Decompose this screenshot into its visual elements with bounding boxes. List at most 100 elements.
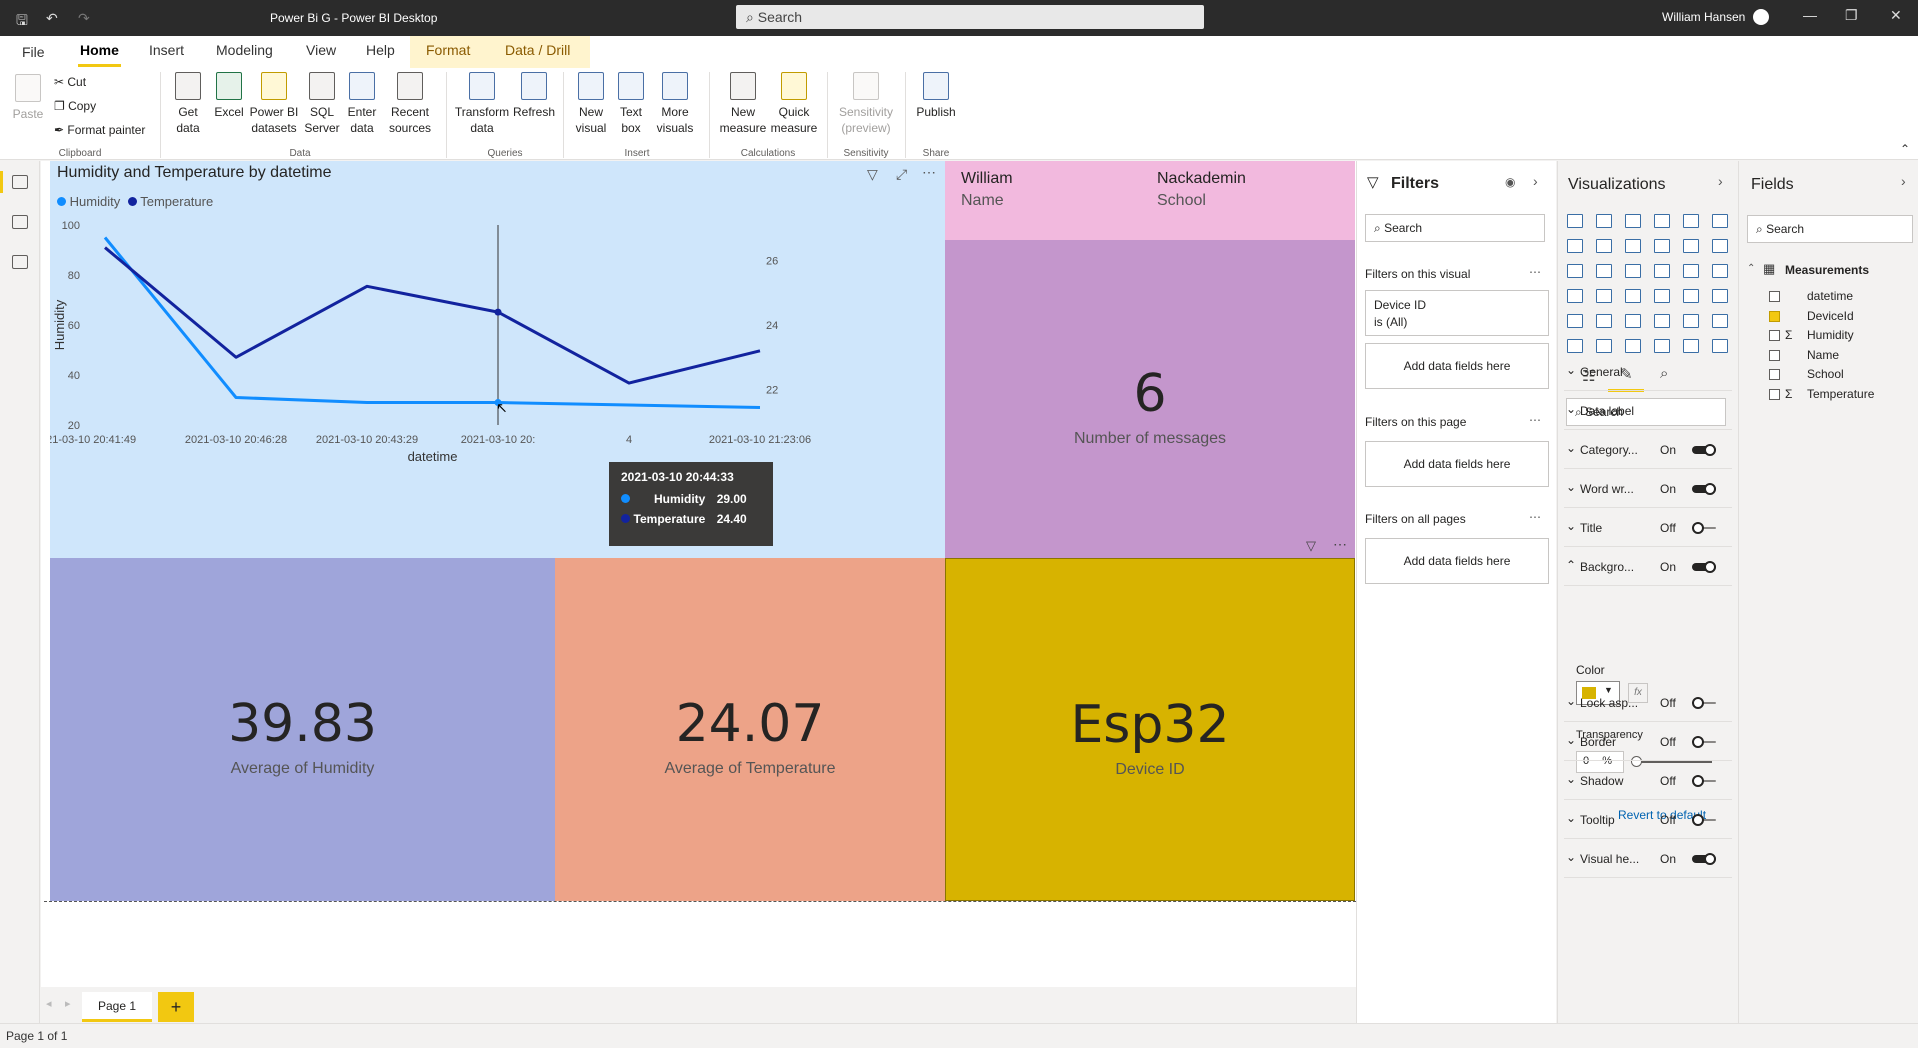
close-icon[interactable]: ✕ xyxy=(1890,7,1902,24)
donut-visual-icon[interactable] xyxy=(1683,264,1699,278)
add-fields-visual-dropzone[interactable]: Add data fields here xyxy=(1365,343,1549,389)
100-column-visual-icon[interactable] xyxy=(1712,214,1728,228)
temperature-average-card[interactable]: 24.07 Average of Temperature xyxy=(555,558,945,901)
device-id-card[interactable]: Esp32 Device ID xyxy=(945,558,1355,901)
field-checkbox[interactable] xyxy=(1769,330,1780,341)
publish-button[interactable]: Publish xyxy=(913,72,959,120)
paste-button[interactable]: Paste xyxy=(10,74,46,122)
format-section-5[interactable]: ⌄ Title Off xyxy=(1564,519,1732,547)
clustered-column-visual-icon[interactable] xyxy=(1654,214,1670,228)
more-visual-icon[interactable] xyxy=(1712,339,1728,353)
tab-file[interactable]: File xyxy=(22,44,45,60)
multi-row-card[interactable]: William Name Nackademin School xyxy=(945,161,1355,240)
tab-home[interactable]: Home xyxy=(78,42,121,67)
collapse-pane-icon[interactable]: › xyxy=(1901,173,1906,189)
avatar[interactable] xyxy=(1753,9,1769,25)
tab-view[interactable]: View xyxy=(306,42,336,58)
line-clustered-visual-icon[interactable] xyxy=(1683,239,1699,253)
format-section-1[interactable]: ⌄ Lock asp... Off xyxy=(1564,694,1732,722)
messages-card[interactable]: 6 Number of messages xyxy=(945,240,1355,558)
pie-visual-icon[interactable] xyxy=(1654,264,1670,278)
more-options-icon[interactable]: ⋯ xyxy=(1529,413,1541,427)
slicer-visual-icon[interactable] xyxy=(1596,314,1612,328)
toggle-switch[interactable] xyxy=(1692,814,1716,826)
toggle-switch[interactable] xyxy=(1692,775,1716,787)
new-visual-button[interactable]: New visual xyxy=(571,72,611,136)
report-view-icon[interactable] xyxy=(12,175,28,189)
fields-search-input[interactable]: ⌕ Search xyxy=(1747,215,1913,243)
tab-insert[interactable]: Insert xyxy=(149,42,184,58)
chevron-down-icon[interactable]: ⌃ xyxy=(1747,263,1755,274)
filter-icon[interactable]: ▽ xyxy=(1306,538,1316,554)
minimize-icon[interactable]: — xyxy=(1803,7,1817,23)
table-visual-icon[interactable] xyxy=(1625,314,1641,328)
matrix-visual-icon[interactable] xyxy=(1654,314,1670,328)
format-section-2[interactable]: ⌄ Data label xyxy=(1564,402,1732,430)
global-search-input[interactable]: ⌕ Search xyxy=(736,5,1204,29)
stacked-area-visual-icon[interactable] xyxy=(1625,239,1641,253)
tab-modeling[interactable]: Modeling xyxy=(216,42,273,58)
excel-button[interactable]: Excel xyxy=(212,72,246,120)
field-checkbox[interactable] xyxy=(1769,388,1780,400)
funnel-visual-icon[interactable] xyxy=(1596,264,1612,278)
toggle-switch[interactable] xyxy=(1692,522,1716,534)
scatter-visual-icon[interactable] xyxy=(1625,264,1641,278)
format-section-1[interactable]: ⌄ General xyxy=(1564,363,1732,391)
field-item-temperature[interactable]: Temperature xyxy=(1807,387,1874,401)
multi-row-card-visual-icon[interactable] xyxy=(1712,289,1728,303)
clustered-bar-visual-icon[interactable] xyxy=(1625,214,1641,228)
area-visual-icon[interactable] xyxy=(1596,239,1612,253)
more-options-icon[interactable]: ⋯ xyxy=(1529,510,1541,524)
kpi-visual-icon[interactable] xyxy=(1567,314,1583,328)
shape-map-visual-icon[interactable] xyxy=(1625,289,1641,303)
field-item-name[interactable]: Name xyxy=(1807,348,1839,362)
toggle-switch[interactable] xyxy=(1692,483,1716,495)
collapse-ribbon-icon[interactable]: ⌃ xyxy=(1900,142,1910,156)
format-section-4[interactable]: ⌄ Word wr... On xyxy=(1564,480,1732,508)
powerbi-datasets-button[interactable]: Power BI datasets xyxy=(248,72,300,136)
format-section-3[interactable]: ⌄ Shadow Off xyxy=(1564,772,1732,800)
new-measure-button[interactable]: New measure xyxy=(719,72,767,136)
qa-visual-icon[interactable] xyxy=(1625,339,1641,353)
more-options-icon[interactable]: ⋯ xyxy=(1333,536,1347,553)
redo-icon[interactable]: ↷ xyxy=(78,10,90,27)
paginated-visual-icon[interactable] xyxy=(1683,339,1699,353)
treemap-visual-icon[interactable] xyxy=(1712,264,1728,278)
field-checkbox[interactable] xyxy=(1769,369,1780,380)
quick-measure-button[interactable]: Quick measure xyxy=(769,72,819,136)
tab-data-drill[interactable]: Data / Drill xyxy=(505,42,570,58)
filter-icon[interactable]: ▽ xyxy=(867,166,878,183)
toggle-switch[interactable] xyxy=(1692,853,1716,865)
map-visual-icon[interactable] xyxy=(1567,289,1583,303)
r-visual-visual-icon[interactable] xyxy=(1683,314,1699,328)
format-painter-button[interactable]: ✒ Format painter xyxy=(54,123,145,137)
tab-help[interactable]: Help xyxy=(366,42,395,58)
humidity-average-card[interactable]: 39.83 Average of Humidity xyxy=(50,558,555,901)
format-section-6[interactable]: ⌃ Backgro... On xyxy=(1564,558,1732,586)
format-section-4[interactable]: ⌄ Tooltip Off xyxy=(1564,811,1732,839)
collapse-pane-icon[interactable]: › xyxy=(1718,173,1723,189)
field-item-school[interactable]: School xyxy=(1807,367,1844,381)
page-tab-1[interactable]: Page 1 xyxy=(82,992,152,1022)
more-visuals-button[interactable]: More visuals xyxy=(651,72,699,136)
smart-narrative-visual-icon[interactable] xyxy=(1654,339,1670,353)
collapse-pane-icon[interactable]: › xyxy=(1533,173,1538,189)
tab-format[interactable]: Format xyxy=(426,42,470,58)
gauge-visual-icon[interactable] xyxy=(1654,289,1670,303)
ribbon-visual-icon[interactable] xyxy=(1712,239,1728,253)
text-box-button[interactable]: Text box xyxy=(613,72,649,136)
device-id-filter-card[interactable]: Device ID is (All) xyxy=(1365,290,1549,336)
transform-data-button[interactable]: Transform data xyxy=(452,72,512,136)
cut-button[interactable]: ✂ Cut xyxy=(54,75,86,89)
focus-mode-icon[interactable]: ⤢ xyxy=(896,166,907,183)
add-fields-page-dropzone[interactable]: Add data fields here xyxy=(1365,441,1549,487)
waterfall-visual-icon[interactable] xyxy=(1567,264,1583,278)
next-page-icon[interactable]: ▸ xyxy=(65,997,71,1010)
toggle-switch[interactable] xyxy=(1692,444,1716,456)
save-icon[interactable]: 🖫 xyxy=(16,10,28,34)
more-options-icon[interactable]: ⋯ xyxy=(1529,265,1541,279)
filters-search-input[interactable]: ⌕ Search xyxy=(1365,214,1545,242)
decomposition-tree-visual-icon[interactable] xyxy=(1596,339,1612,353)
python-visual-visual-icon[interactable] xyxy=(1712,314,1728,328)
restore-icon[interactable]: ❐ xyxy=(1845,7,1858,24)
